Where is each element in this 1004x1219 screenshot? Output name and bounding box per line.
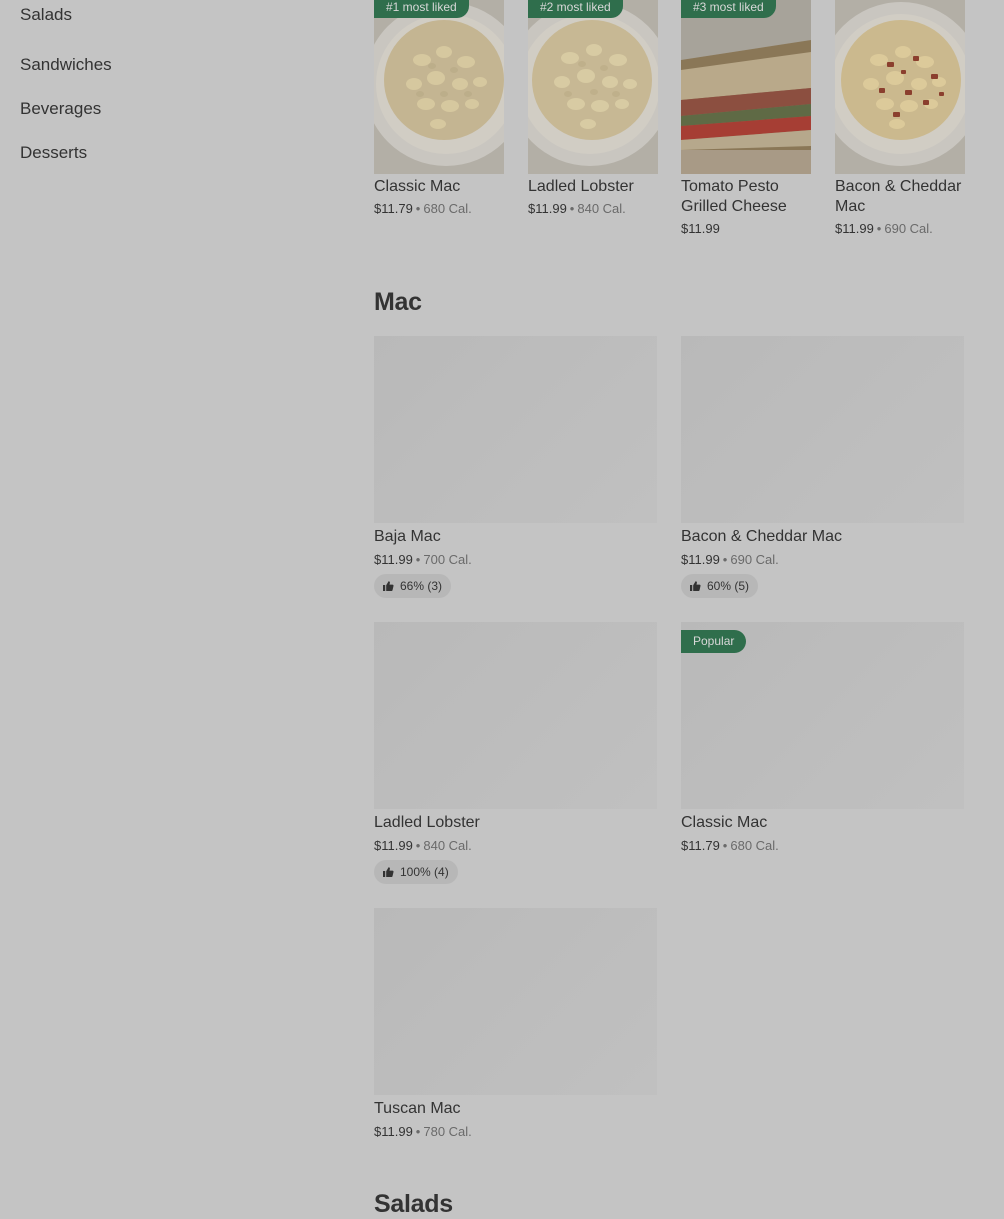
featured-item-price-line: $11.99 • 840 Cal.	[528, 201, 658, 216]
featured-item-price-line: $11.99	[681, 221, 811, 236]
item-price-line: $11.79 • 680 Cal.	[681, 838, 779, 853]
separator: •	[415, 552, 421, 567]
separator: •	[876, 221, 882, 236]
separator: •	[415, 838, 421, 853]
item-price-line: $11.99 • 690 Cal.	[681, 552, 779, 567]
featured-item-price-line: $11.99 • 690 Cal.	[835, 221, 965, 236]
item-price: $11.99	[374, 1124, 413, 1139]
rating-text: 100% (4)	[400, 865, 449, 879]
item-calories: 680 Cal.	[423, 201, 472, 216]
item-price: $11.99	[528, 201, 567, 216]
item-calories: 700 Cal.	[423, 552, 472, 567]
grilled-cheese-image	[681, 0, 811, 174]
item-name: Tuscan Mac	[374, 1100, 461, 1117]
item-price: $11.99	[835, 221, 874, 236]
featured-carousel: #1 most liked Classic Mac $11.79 • 680 Cal…	[374, 0, 965, 250]
item-image-placeholder	[374, 622, 657, 809]
item-calories: 840 Cal.	[577, 201, 626, 216]
rating-pill: 100% (4)	[374, 860, 458, 884]
most-liked-badge: #1 most liked	[374, 0, 469, 18]
section-title-mac: Mac	[374, 288, 422, 316]
item-calories: 680 Cal.	[730, 838, 779, 853]
separator: •	[722, 838, 728, 853]
featured-item-name: Bacon & Cheddar Mac	[835, 178, 962, 215]
featured-item-name: Ladled Lobster	[528, 178, 634, 195]
separator: •	[415, 201, 421, 216]
category-sidebar: Salads Sandwiches Beverages Desserts	[20, 0, 320, 172]
item-price: $11.99	[374, 838, 413, 853]
item-name: Baja Mac	[374, 528, 441, 545]
item-price: $11.99	[681, 552, 720, 567]
rating-text: 60% (5)	[707, 579, 750, 593]
item-name: Bacon & Cheddar Mac	[681, 528, 842, 545]
item-calories: 780 Cal.	[423, 1124, 472, 1139]
mac-bowl-image	[374, 0, 504, 174]
sidebar-item-salads[interactable]: Salads	[20, 0, 320, 40]
thumbs-up-icon	[383, 867, 394, 877]
item-price-line: $11.99 • 780 Cal.	[374, 1124, 472, 1139]
item-image-placeholder	[374, 908, 657, 1095]
featured-item-name: Classic Mac	[374, 178, 461, 195]
item-calories: 690 Cal.	[730, 552, 779, 567]
item-image-placeholder	[681, 336, 964, 523]
most-liked-badge: #2 most liked	[528, 0, 623, 18]
separator: •	[569, 201, 575, 216]
item-price: $11.99	[374, 552, 413, 567]
most-liked-badge: #3 most liked	[681, 0, 776, 18]
mac-bowl-image	[528, 0, 658, 174]
sidebar-item-beverages[interactable]: Beverages	[20, 84, 320, 128]
rating-text: 66% (3)	[400, 579, 443, 593]
featured-item-name: Tomato Pesto Grilled Cheese	[681, 178, 787, 215]
bacon-mac-bowl-image	[835, 0, 965, 174]
section-title-salads: Salads	[374, 1190, 453, 1218]
sidebar-item-desserts[interactable]: Desserts	[20, 128, 320, 172]
popular-badge: Popular	[681, 630, 747, 653]
rating-pill: 66% (3)	[374, 574, 452, 598]
item-name: Ladled Lobster	[374, 814, 480, 831]
item-image-placeholder	[374, 336, 657, 523]
separator: •	[415, 1124, 421, 1139]
item-price: $11.79	[374, 201, 413, 216]
separator: •	[722, 552, 728, 567]
item-name: Classic Mac	[681, 814, 768, 831]
item-price: $11.79	[681, 838, 720, 853]
item-calories: 840 Cal.	[423, 838, 472, 853]
item-price: $11.99	[681, 221, 720, 236]
rating-pill: 60% (5)	[681, 574, 759, 598]
thumbs-up-icon	[690, 581, 701, 591]
item-price-line: $11.99 • 700 Cal.	[374, 552, 472, 567]
thumbs-up-icon	[383, 581, 394, 591]
sidebar-item-sandwiches[interactable]: Sandwiches	[20, 40, 320, 84]
item-calories: 690 Cal.	[884, 221, 933, 236]
item-price-line: $11.99 • 840 Cal.	[374, 838, 472, 853]
featured-item-price-line: $11.79 • 680 Cal.	[374, 201, 504, 216]
